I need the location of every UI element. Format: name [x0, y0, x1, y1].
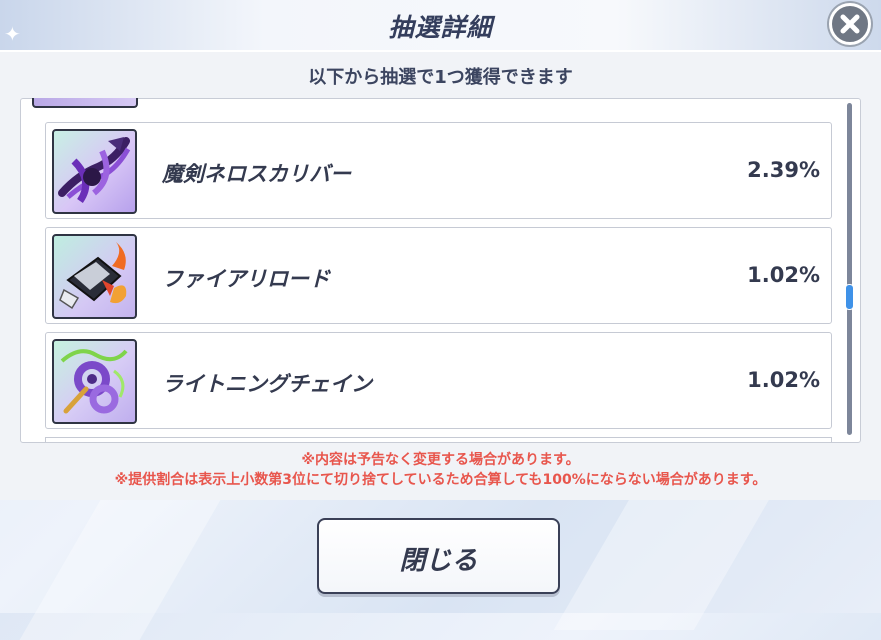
item-rate: 1.02%: [747, 368, 820, 392]
item-rate: 2.39%: [747, 158, 820, 182]
dialog-title: 抽選詳細: [388, 13, 493, 42]
item-name: ライトニングチェイン: [162, 372, 372, 396]
purple-demon-sword-icon: [52, 129, 137, 214]
close-button-label: 閉じる: [399, 546, 478, 576]
item-rate: 1.02%: [747, 263, 820, 287]
fire-gauntlet-icon: [52, 234, 137, 319]
notice-change: ※内容は予告なく変更する場合があります。: [301, 452, 580, 468]
title-bar: ✦ 抽選詳細: [0, 0, 881, 52]
scrollbar-track[interactable]: [847, 103, 852, 435]
backdrop-shard: [19, 500, 221, 640]
notice-rounding: ※提供割合は表示上小数第3位にて切り捨てしているため合算しても100%にならない…: [114, 472, 767, 488]
list-item-partial: [45, 437, 832, 442]
scrollbar-thumb[interactable]: [845, 284, 854, 310]
list-item[interactable]: ファイアリロード 1.02%: [45, 227, 832, 324]
close-x-icon: [840, 14, 860, 34]
list-item-partial: [32, 98, 138, 108]
close-icon-button[interactable]: [829, 3, 871, 45]
item-name: ファイアリロード: [162, 267, 330, 291]
lightning-chain-icon: [52, 339, 137, 424]
list-item[interactable]: 魔剣ネロスカリバー 2.39%: [45, 122, 832, 219]
close-button[interactable]: 閉じる: [317, 518, 560, 594]
item-name: 魔剣ネロスカリバー: [162, 162, 351, 186]
dialog-subtitle: 以下から抽選で1つ獲得できます: [308, 67, 573, 88]
list-item[interactable]: ライトニングチェイン 1.02%: [45, 332, 832, 429]
